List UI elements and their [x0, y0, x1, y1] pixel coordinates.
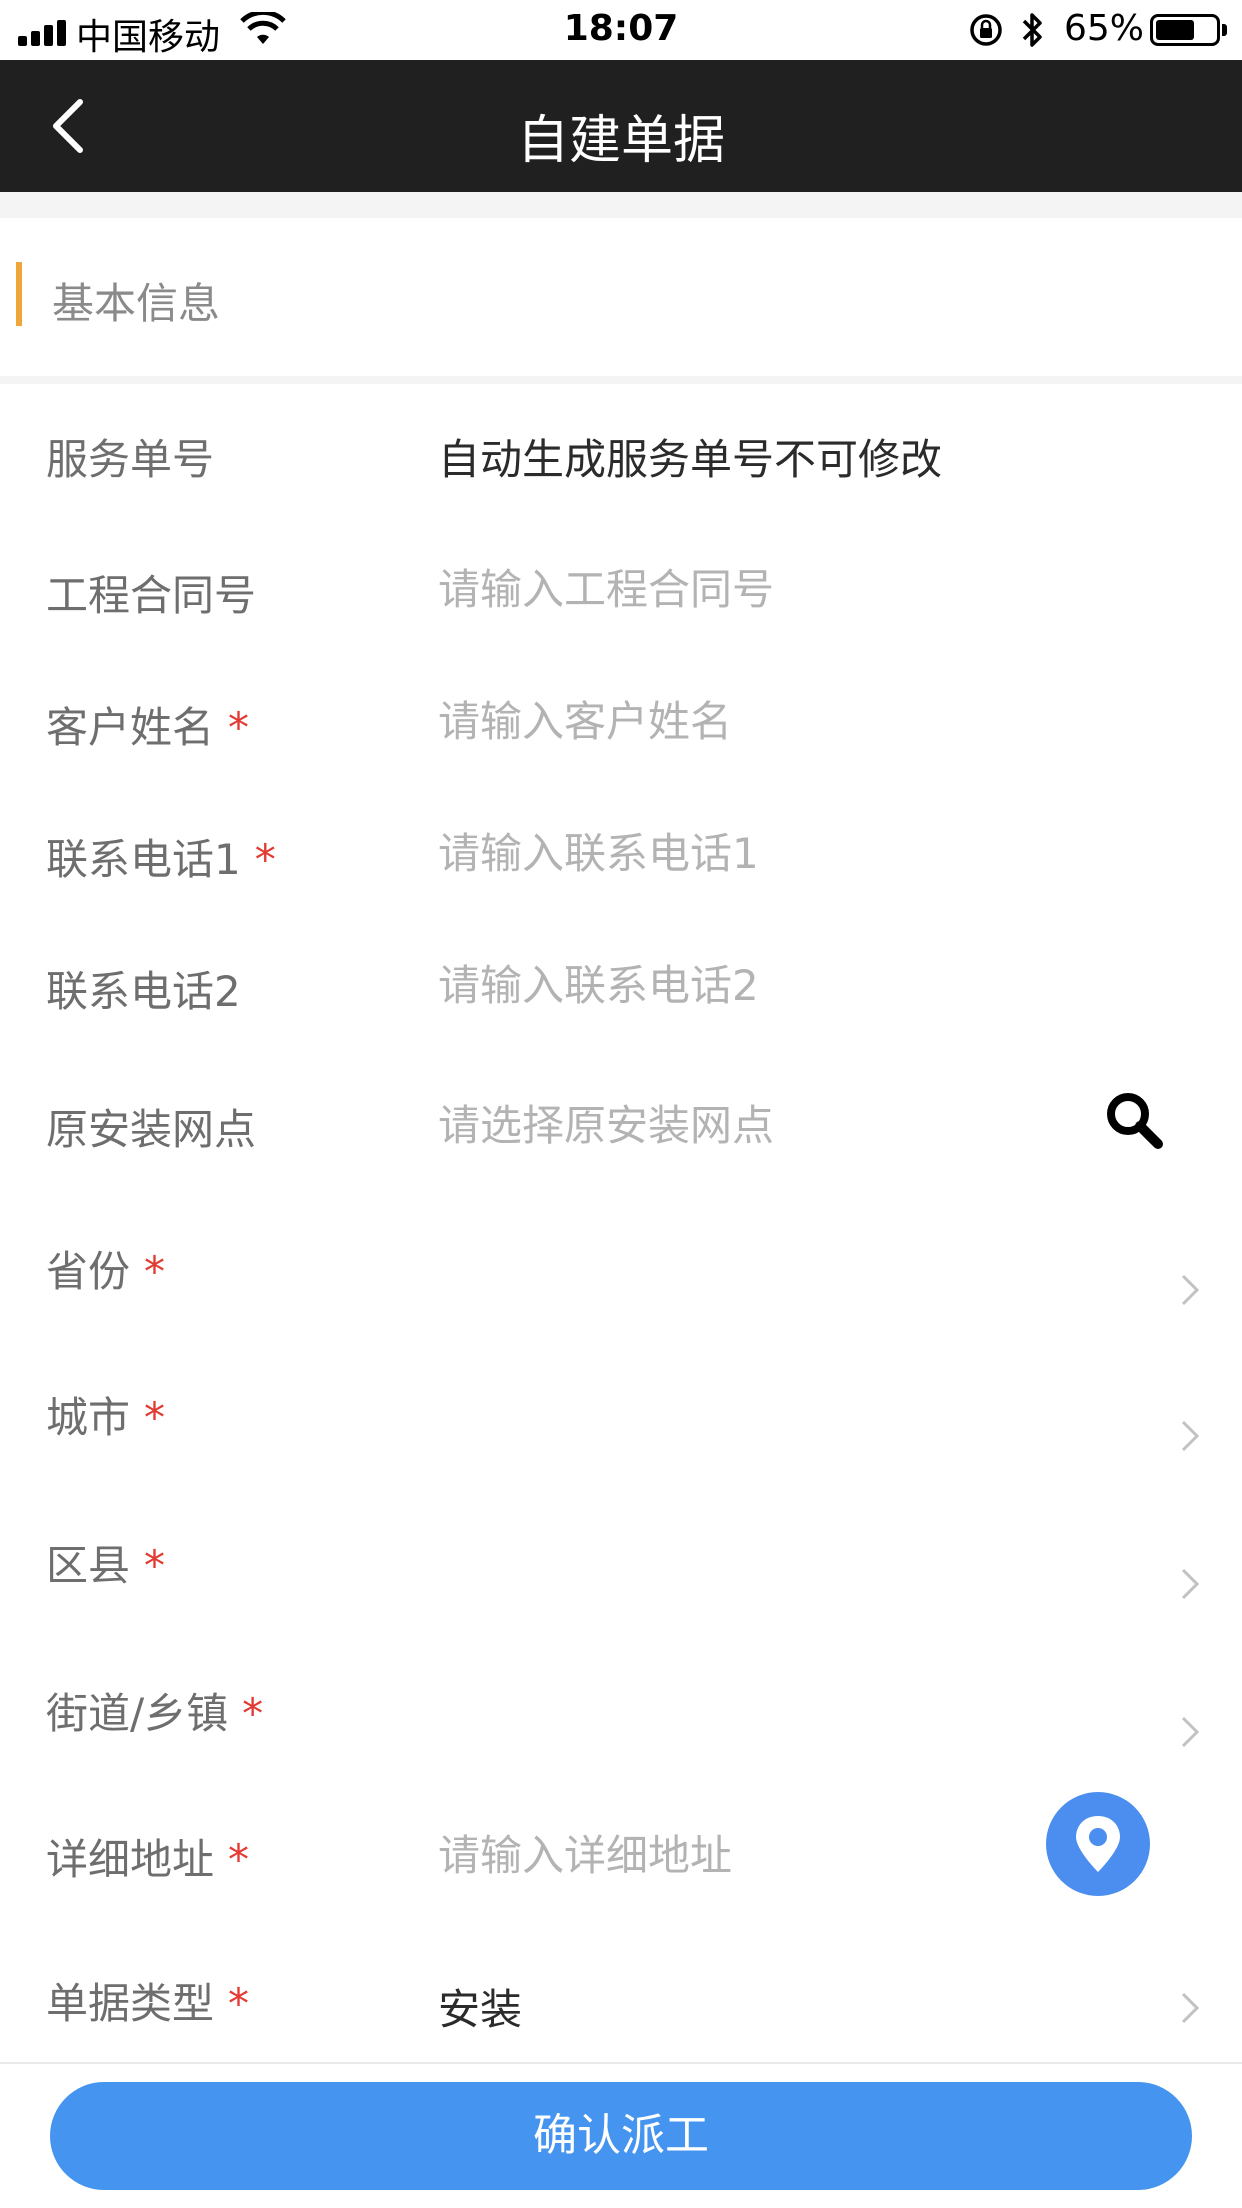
rotation-lock-icon — [970, 14, 1002, 46]
divider — [0, 2062, 1242, 2064]
navigation-bar: 自建单据 — [0, 60, 1242, 192]
address-input[interactable]: 请输入详细地址 — [438, 1822, 732, 1883]
battery-cap — [1222, 24, 1227, 36]
address-row[interactable]: 详细地址 * 请输入详细地址 — [0, 1772, 1242, 1922]
phone1-input[interactable]: 请输入联系电话1 — [438, 820, 759, 881]
required-marker: * — [228, 1835, 250, 1884]
clock: 18:07 — [563, 8, 679, 49]
original-outlet-row[interactable]: 原安装网点 请选择原安装网点 — [0, 1042, 1242, 1188]
service-number-label: 服务单号 — [46, 435, 215, 484]
street-label: 街道/乡镇 * — [46, 1689, 264, 1738]
required-marker: * — [228, 703, 250, 752]
customer-name-row[interactable]: 客户姓名 * 请输入客户姓名 — [0, 646, 1242, 778]
original-outlet-label: 原安装网点 — [46, 1105, 257, 1154]
battery-fill — [1156, 20, 1194, 40]
required-marker: * — [144, 1393, 166, 1442]
required-marker: * — [228, 1979, 250, 2028]
chevron-right-icon[interactable] — [1178, 1418, 1202, 1454]
order-type-label: 单据类型 * — [46, 1979, 250, 2028]
contract-number-row[interactable]: 工程合同号 请输入工程合同号 — [0, 514, 1242, 646]
original-outlet-input[interactable]: 请选择原安装网点 — [438, 1092, 774, 1153]
search-icon[interactable] — [1102, 1088, 1166, 1152]
required-marker: * — [242, 1689, 264, 1738]
phone1-row[interactable]: 联系电话1 * 请输入联系电话1 — [0, 778, 1242, 910]
service-number-value: 自动生成服务单号不可修改 — [438, 435, 943, 484]
customer-name-input[interactable]: 请输入客户姓名 — [438, 688, 732, 749]
required-marker: * — [144, 1541, 166, 1590]
spacer — [0, 192, 1242, 218]
phone2-row[interactable]: 联系电话2 请输入联系电话2 — [0, 910, 1242, 1042]
section-accent-bar — [16, 262, 22, 326]
location-pin-icon — [1076, 1816, 1120, 1872]
status-bar: 中国移动 18:07 65% — [0, 0, 1242, 60]
chevron-right-icon[interactable] — [1178, 1272, 1202, 1308]
battery-percentage: 65% — [1064, 8, 1145, 49]
phone1-label: 联系电话1 * — [46, 835, 276, 884]
service-number-row: 服务单号 自动生成服务单号不可修改 — [0, 384, 1242, 514]
city-row[interactable]: 城市 * — [0, 1334, 1242, 1480]
street-row[interactable]: 街道/乡镇 * — [0, 1626, 1242, 1772]
phone2-input[interactable]: 请输入联系电话2 — [438, 952, 759, 1013]
province-label: 省份 * — [46, 1247, 166, 1296]
locate-button[interactable] — [1046, 1792, 1150, 1896]
section-title: 基本信息 — [52, 279, 221, 328]
section-header: 基本信息 — [0, 218, 1242, 376]
order-type-row[interactable]: 单据类型 * 安装 — [0, 1922, 1242, 2062]
page-title: 自建单据 — [516, 111, 725, 171]
divider — [0, 376, 1242, 384]
battery-icon — [1150, 14, 1220, 46]
customer-name-label: 客户姓名 * — [46, 703, 250, 752]
city-label: 城市 * — [46, 1393, 166, 1442]
district-row[interactable]: 区县 * — [0, 1480, 1242, 1626]
district-label: 区县 * — [46, 1541, 166, 1590]
contract-number-label: 工程合同号 — [46, 571, 257, 620]
bluetooth-icon — [1022, 13, 1042, 47]
confirm-dispatch-button[interactable]: 确认派工 — [50, 2082, 1192, 2190]
chevron-right-icon[interactable] — [1178, 1714, 1202, 1750]
chevron-right-icon[interactable] — [1178, 1566, 1202, 1602]
required-marker: * — [254, 835, 276, 884]
address-label: 详细地址 * — [46, 1835, 250, 1884]
chevron-right-icon[interactable] — [1178, 1990, 1202, 2026]
phone2-label: 联系电话2 — [46, 967, 241, 1016]
order-type-value[interactable]: 安装 — [438, 1976, 522, 2037]
province-row[interactable]: 省份 * — [0, 1188, 1242, 1334]
required-marker: * — [144, 1247, 166, 1296]
contract-number-input[interactable]: 请输入工程合同号 — [438, 556, 774, 617]
